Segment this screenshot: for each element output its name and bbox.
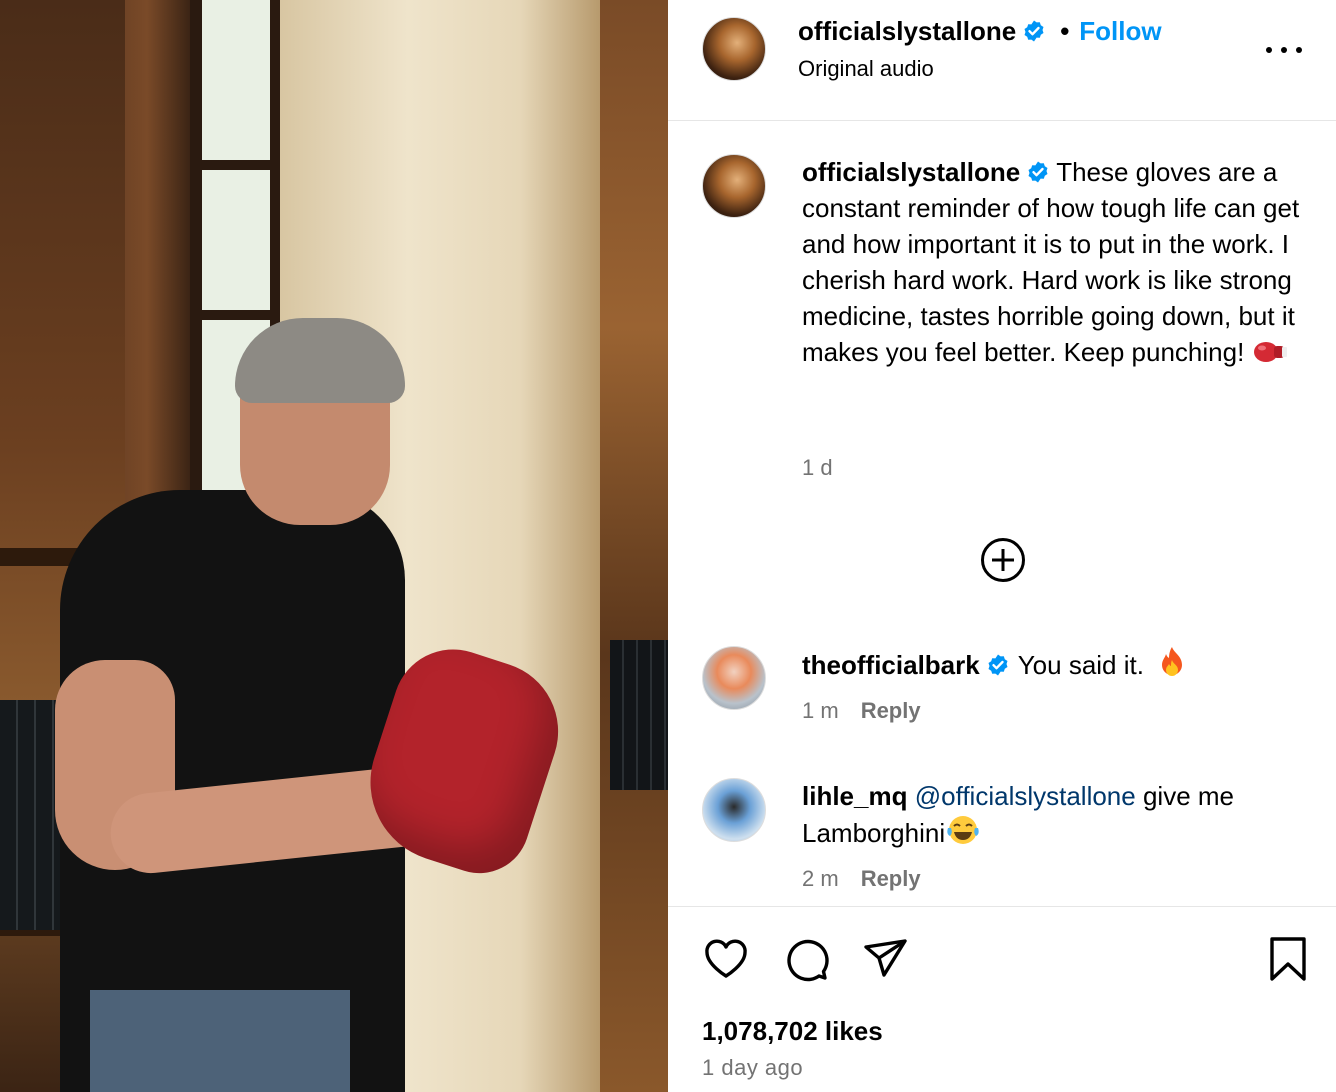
window-bar	[190, 160, 280, 170]
follow-button[interactable]: Follow	[1079, 16, 1161, 46]
author-avatar[interactable]	[702, 17, 766, 81]
comment: lihle_mq @officialslystallone give me La…	[802, 778, 1302, 851]
comment-timestamp: 1 m	[802, 698, 839, 723]
caption-text: These gloves are a constant reminder of …	[802, 157, 1300, 367]
header-divider	[668, 120, 1336, 121]
bookshelf-right	[600, 0, 668, 1092]
bookmark-icon[interactable]	[1264, 935, 1312, 983]
caption-author-avatar[interactable]	[702, 154, 766, 218]
comment-mention[interactable]: @officialslystallone	[915, 781, 1136, 811]
comment-avatar[interactable]	[702, 778, 766, 842]
reply-button[interactable]: Reply	[861, 698, 921, 723]
verified-badge-icon	[1024, 20, 1044, 42]
post-actions	[668, 935, 1336, 985]
post-side-panel: officialslystallone • Follow Original audi…	[668, 0, 1336, 1092]
send-icon[interactable]	[862, 935, 910, 983]
more-options-icon[interactable]	[1266, 32, 1302, 68]
comment-meta: 1 m Reply	[802, 698, 921, 724]
actions-divider	[668, 906, 1336, 907]
post-media[interactable]	[0, 0, 668, 1092]
person-jeans	[90, 990, 350, 1092]
post-caption: officialslystallone These gloves are a co…	[802, 154, 1302, 370]
boxing-glove-emoji	[1253, 342, 1287, 362]
author-username[interactable]: officialslystallone	[798, 16, 1016, 46]
audio-label[interactable]: Original audio	[798, 56, 934, 82]
tears-of-joy-emoji	[947, 816, 979, 844]
fire-emoji	[1162, 647, 1183, 676]
likes-count[interactable]: 1,078,702 likes	[702, 1016, 883, 1047]
reply-button[interactable]: Reply	[861, 866, 921, 891]
books-right	[610, 640, 668, 790]
comment-text: You said it.	[1017, 650, 1144, 680]
post-header-title: officialslystallone • Follow	[798, 16, 1162, 47]
header-separator: •	[1060, 16, 1070, 46]
verified-badge-icon	[988, 654, 1008, 676]
comment-avatar[interactable]	[702, 646, 766, 710]
comment-username[interactable]: theofficialbark	[802, 650, 980, 680]
window-bar	[190, 310, 280, 320]
post-timestamp[interactable]: 1 day ago	[702, 1055, 803, 1081]
verified-badge-icon	[1028, 161, 1048, 183]
add-circle-icon[interactable]	[980, 537, 1026, 583]
caption-timestamp: 1 d	[802, 455, 833, 480]
comment: theofficialbark You said it.	[802, 646, 1312, 683]
heart-icon[interactable]	[702, 935, 750, 983]
caption-author-username[interactable]: officialslystallone	[802, 157, 1020, 187]
comment-username[interactable]: lihle_mq	[802, 781, 907, 811]
comment-icon[interactable]	[782, 935, 830, 983]
comment-timestamp: 2 m	[802, 866, 839, 891]
comment-meta: 2 m Reply	[802, 866, 921, 892]
